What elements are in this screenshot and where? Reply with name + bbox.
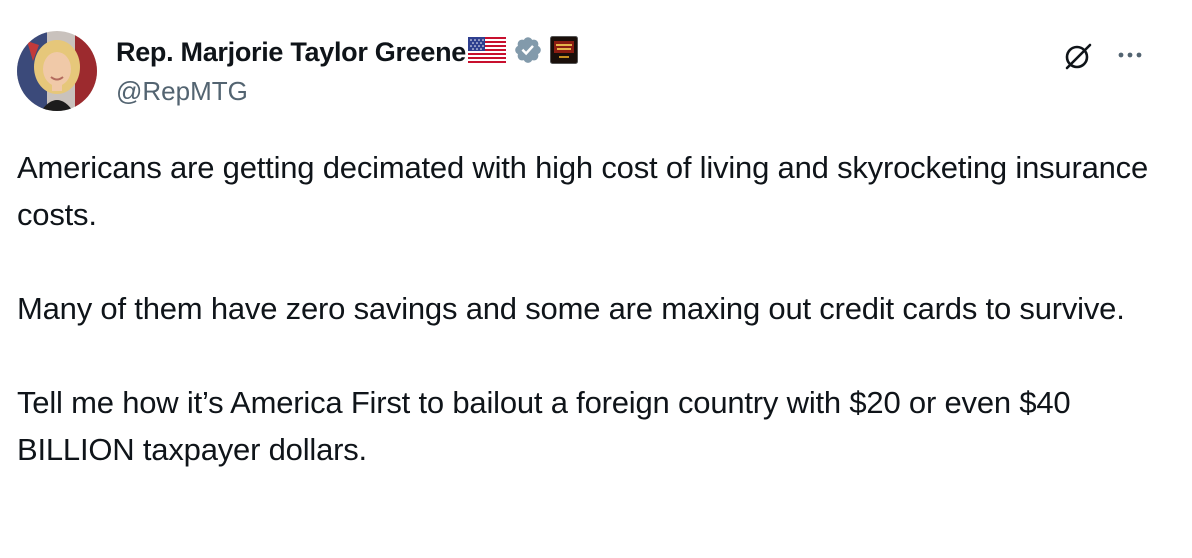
tweet-paragraph: Many of them have zero savings and some … bbox=[17, 291, 1125, 326]
author-handle[interactable]: @RepMTG bbox=[116, 76, 248, 107]
verified-badge-icon[interactable] bbox=[513, 35, 543, 70]
avatar[interactable] bbox=[17, 31, 97, 111]
tweet-paragraph: Americans are getting decimated with hig… bbox=[17, 150, 1148, 232]
grok-icon[interactable] bbox=[1060, 38, 1096, 74]
affiliate-badge-icon[interactable] bbox=[550, 35, 579, 69]
us-flag-icon bbox=[468, 36, 507, 68]
more-options-icon[interactable] bbox=[1113, 40, 1147, 70]
author-name-row: Rep. Marjorie Taylor Greene bbox=[116, 34, 579, 70]
author-display-name[interactable]: Rep. Marjorie Taylor Greene bbox=[116, 37, 466, 68]
avatar-photo bbox=[17, 31, 97, 111]
tweet-text: Americans are getting decimated with hig… bbox=[17, 144, 1167, 473]
tweet-paragraph: Tell me how it’s America First to bailou… bbox=[17, 385, 1071, 467]
tweet-card: Rep. Marjorie Taylor Greene @RepMTG Amer… bbox=[0, 0, 1192, 558]
